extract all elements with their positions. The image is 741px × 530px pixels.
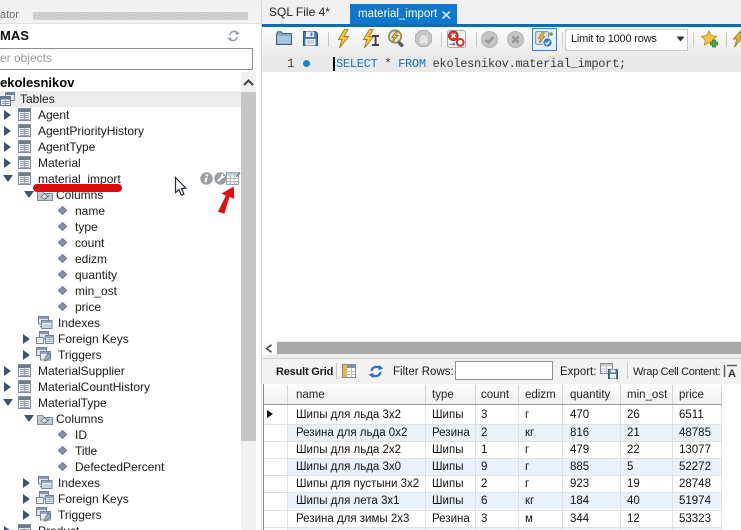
svg-text:A: A bbox=[728, 368, 736, 378]
